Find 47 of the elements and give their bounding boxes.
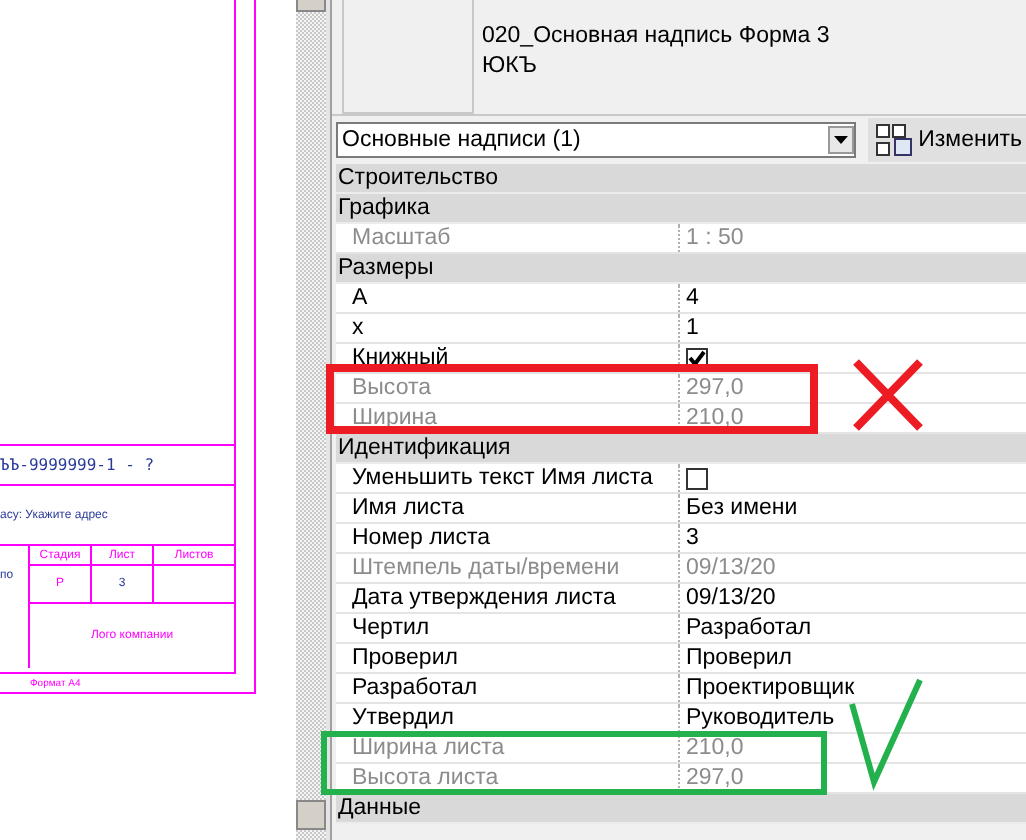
property-label: A: [336, 284, 680, 312]
property-label: Имя листа: [336, 494, 680, 522]
family-name: 020_Основная надпись Форма 3: [482, 22, 830, 52]
drawing-code: ЪЪ-9999999-1 - ?: [0, 446, 234, 486]
edit-type-icon: [876, 124, 913, 156]
dropdown-value: Основные надписи (1): [342, 128, 581, 152]
property-value[interactable]: 3: [680, 524, 699, 552]
property-label: Ширина: [336, 404, 680, 432]
property-label: Масштаб: [336, 224, 680, 252]
group-header[interactable]: Идентификация: [336, 434, 1026, 464]
group-header[interactable]: Данные: [336, 794, 1026, 824]
property-label: Высота: [336, 374, 680, 402]
property-label: Проверил: [336, 644, 680, 672]
property-value[interactable]: 1: [680, 314, 699, 342]
property-label: Дата утверждения листа: [336, 584, 680, 612]
property-label: x: [336, 314, 680, 342]
dropdown-arrow-button[interactable]: [828, 126, 855, 154]
property-label: Высота листа: [336, 764, 680, 792]
property-label: Ширина листа: [336, 734, 680, 762]
type-name: ЮКЪ: [482, 52, 539, 82]
property-value: 297,0: [684, 374, 744, 402]
property-value: 210,0: [684, 734, 744, 762]
property-label: Штемпель даты/времени: [336, 554, 680, 582]
property-label: Номер листа: [336, 524, 680, 552]
property-label: Уменьшить текст Имя листа: [336, 464, 680, 492]
caret-icon: [834, 136, 849, 144]
property-value[interactable]: Разработал: [680, 614, 812, 642]
property-value[interactable]: Руководитель: [680, 704, 835, 732]
property-label: Книжный: [336, 344, 680, 372]
property-value: 09/13/20: [684, 554, 776, 582]
property-value: 1 : 50: [684, 224, 744, 252]
property-value: 297,0: [684, 764, 744, 792]
property-value[interactable]: Проектировщик: [680, 674, 855, 702]
property-value[interactable]: 09/13/20: [680, 584, 776, 612]
checkbox[interactable]: [686, 467, 708, 489]
property-label: Разработал: [336, 674, 680, 702]
instance-dropdown[interactable]: Основные надписи (1): [336, 122, 857, 158]
group-header[interactable]: Графика: [336, 194, 1026, 224]
property-value[interactable]: Проверил: [680, 644, 792, 672]
group-header[interactable]: Строительство: [336, 164, 1026, 194]
property-label: Чертил: [336, 614, 680, 642]
property-value[interactable]: 4: [680, 284, 699, 312]
property-value[interactable]: Без имени: [680, 494, 798, 522]
edit-type-button[interactable]: Изменить: [868, 118, 1026, 162]
group-header[interactable]: Размеры: [336, 254, 1026, 284]
property-label: Утвердил: [336, 704, 680, 732]
property-value: 210,0: [684, 404, 744, 432]
